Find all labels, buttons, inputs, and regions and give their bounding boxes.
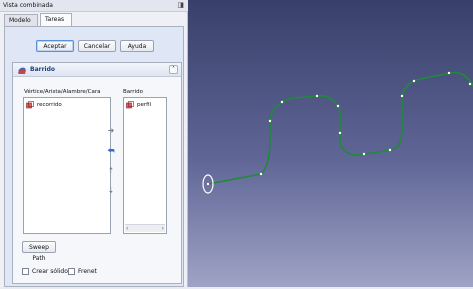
task-header: Barrido ˄ — [13, 63, 181, 77]
create-solid-checkbox[interactable]: Crear sólido — [22, 268, 68, 275]
task-title: Barrido — [30, 66, 56, 73]
cancel-button[interactable]: Cancelar — [78, 40, 116, 52]
frenet-label: Frenet — [78, 268, 97, 275]
scroll-left-icon[interactable]: ‹ — [126, 225, 128, 232]
3d-viewport[interactable] — [188, 0, 473, 287]
profile-object-icon — [126, 101, 134, 109]
sweep-path-drawing[interactable] — [188, 0, 473, 287]
accept-button[interactable]: Aceptar — [36, 40, 74, 52]
sections-list[interactable]: recorrido — [23, 97, 111, 234]
help-button[interactable]: Ayuda — [120, 40, 154, 52]
panel-title: Vista combinada — [3, 2, 53, 9]
tab-modelo[interactable]: Modelo — [4, 14, 38, 26]
sweep-list-label: Barrido — [123, 89, 143, 95]
path-object-icon — [26, 101, 34, 109]
list-item[interactable]: perfil — [126, 100, 151, 110]
dock-icon[interactable]: ◨ — [177, 1, 184, 9]
profile-center-point — [206, 182, 210, 186]
combined-view-panel: Vista combinada ◨ Modelo Tareas Aceptar … — [0, 0, 188, 287]
frenet-checkbox[interactable]: Frenet — [68, 268, 97, 275]
horizontal-scrollbar[interactable]: ‹ › — [125, 224, 165, 232]
sweep-list[interactable]: perfil ‹ › — [123, 97, 167, 234]
checkbox-box[interactable] — [68, 268, 75, 275]
arrow-up-icon[interactable]: 🠡 — [104, 165, 118, 177]
arrow-down-icon[interactable]: 🠣 — [104, 185, 118, 197]
create-solid-label: Crear sólido — [32, 268, 68, 275]
sweep-path-button[interactable]: Sweep Path — [22, 241, 56, 262]
path-vertices — [259, 71, 472, 176]
list-item-label: perfil — [137, 102, 152, 108]
sweep-path-curve[interactable] — [207, 71, 473, 185]
sweep-icon — [18, 67, 26, 74]
arrow-return-icon[interactable]: ⮪ — [104, 145, 118, 157]
arrow-right-icon[interactable]: ➜ — [104, 125, 118, 137]
scroll-right-icon[interactable]: › — [162, 225, 164, 232]
collapse-icon[interactable]: ˄ — [169, 65, 178, 74]
sweep-task-box: Barrido ˄ Vértice/Arista/Alambre/Cara Ba… — [12, 62, 182, 284]
panel-title-bar: Vista combinada ◨ — [0, 0, 188, 12]
checkbox-box[interactable] — [22, 268, 29, 275]
tab-tareas[interactable]: Tareas — [40, 13, 72, 26]
list-item[interactable]: recorrido — [26, 100, 62, 110]
list-item-label: recorrido — [37, 102, 62, 108]
vertices-label: Vértice/Arista/Alambre/Cara — [24, 89, 101, 95]
